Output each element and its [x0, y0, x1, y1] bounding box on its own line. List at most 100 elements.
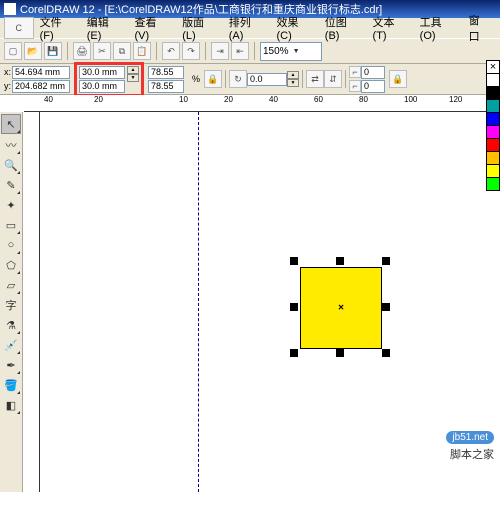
corner-y-input[interactable]: 0 [361, 80, 385, 93]
ruler-tick: 100 [404, 95, 417, 104]
text-tool[interactable]: 字 [2, 296, 20, 314]
lock-icon[interactable]: 🔒 [204, 70, 222, 88]
menu-bar[interactable]: C 文件(F) 编辑(E) 查看(V) 版面(L) 排列(A) 效果(C) 位图… [0, 18, 500, 38]
color-swatch[interactable] [486, 164, 500, 178]
shape-tool[interactable]: 〰 [2, 136, 20, 154]
export-icon[interactable]: ⇤ [231, 42, 249, 60]
undo-icon[interactable]: ↶ [162, 42, 180, 60]
color-palette[interactable]: × [486, 60, 500, 190]
import-icon[interactable]: ⇥ [211, 42, 229, 60]
handle-top-right[interactable] [382, 257, 390, 265]
ruler-tick: 10 [179, 95, 188, 104]
ellipse-tool[interactable]: ○ [2, 236, 20, 254]
menu-text[interactable]: 文本(T) [367, 12, 414, 44]
dropdown-icon: ▼ [289, 48, 300, 55]
basic-shapes-tool[interactable]: ▱ [2, 276, 20, 294]
copy-icon[interactable]: ⧉ [113, 42, 131, 60]
cut-icon[interactable]: ✂ [93, 42, 111, 60]
property-bar: x:54.694 mm y:204.682 mm 30.0 mm 30.0 mm… [0, 64, 500, 95]
eyedropper-tool[interactable]: 💉 [2, 336, 20, 354]
rotate-spinner[interactable]: ▲▼ [287, 71, 299, 87]
canvas[interactable]: × jb51.net 脚本之家 [40, 112, 500, 492]
center-marker: × [338, 303, 344, 314]
app-icon-small: C [4, 17, 34, 39]
color-swatch[interactable] [486, 125, 500, 139]
handle-mid-right[interactable] [382, 303, 390, 311]
lock-corner-icon[interactable]: 🔒 [389, 70, 407, 88]
handle-bot-right[interactable] [382, 349, 390, 357]
freehand-tool[interactable]: ✎ [2, 176, 20, 194]
print-icon[interactable]: 🖨 [73, 42, 91, 60]
zoom-combo[interactable]: 150% ▼ [260, 42, 322, 61]
handle-bot-mid[interactable] [336, 349, 344, 357]
ruler-tick: 40 [269, 95, 278, 104]
ruler-tick: 120 [449, 95, 462, 104]
x-label: x: [4, 67, 12, 77]
corner-fields: ⌐0 ⌐0 [349, 66, 385, 93]
toolbox: ↖ 〰 🔍 ✎ ✦ ▭ ○ ⬠ ▱ 字 ⚗ 💉 ✒ 🪣 ◧ [0, 112, 23, 492]
polygon-tool[interactable]: ⬠ [2, 256, 20, 274]
scale-x-input[interactable]: 78.55 [148, 66, 184, 79]
fill-tool[interactable]: 🪣 [2, 376, 20, 394]
rotate-input[interactable]: 0.0 [247, 73, 287, 86]
menu-bitmaps[interactable]: 位图(B) [319, 12, 367, 44]
size-fields-highlight: 30.0 mm 30.0 mm ▲▼ [74, 62, 144, 97]
color-swatch[interactable] [486, 177, 500, 191]
mirror-v-icon[interactable]: ⇵ [324, 70, 342, 88]
redo-icon[interactable]: ↷ [182, 42, 200, 60]
menu-arrange[interactable]: 排列(A) [223, 12, 271, 44]
pick-tool[interactable]: ↖ [1, 114, 21, 134]
size-spinner[interactable]: ▲▼ [127, 66, 139, 93]
corner-icon: ⌐ [349, 80, 361, 92]
handle-top-mid[interactable] [336, 257, 344, 265]
app-icon [4, 3, 16, 15]
menu-layout[interactable]: 版面(L) [176, 12, 223, 44]
scale-y-input[interactable]: 78.55 [148, 80, 184, 93]
color-swatch[interactable] [486, 151, 500, 165]
position-fields: x:54.694 mm y:204.682 mm [4, 66, 70, 93]
zoom-tool[interactable]: 🔍 [2, 156, 20, 174]
separator [156, 42, 157, 60]
rectangle-tool[interactable]: ▭ [2, 216, 20, 234]
menu-tools[interactable]: 工具(O) [414, 12, 463, 44]
scale-fields: 78.55 78.55 [148, 66, 184, 93]
color-swatch[interactable] [486, 73, 500, 87]
guideline-vertical[interactable] [198, 112, 199, 492]
paste-icon[interactable]: 📋 [133, 42, 151, 60]
ruler-vertical[interactable] [23, 112, 40, 492]
color-swatch[interactable] [486, 99, 500, 113]
mirror-h-icon[interactable]: ⇄ [306, 70, 324, 88]
separator [345, 70, 346, 88]
handle-mid-left[interactable] [290, 303, 298, 311]
separator [254, 42, 255, 60]
menu-effects[interactable]: 效果(C) [270, 12, 318, 44]
color-swatch[interactable] [486, 86, 500, 100]
x-input[interactable]: 54.694 mm [12, 66, 70, 79]
height-input[interactable]: 30.0 mm [79, 80, 125, 93]
rectangle-shape[interactable]: × [300, 267, 382, 349]
no-color-swatch[interactable]: × [486, 60, 500, 74]
blend-tool[interactable]: ⚗ [2, 316, 20, 334]
menu-view[interactable]: 查看(V) [128, 12, 176, 44]
ruler-horizontal[interactable]: 40 20 10 20 40 60 80 100 120 [24, 95, 500, 112]
menu-file[interactable]: 文件(F) [34, 12, 81, 44]
corner-x-input[interactable]: 0 [361, 66, 385, 79]
workspace: ↖ 〰 🔍 ✎ ✦ ▭ ○ ⬠ ▱ 字 ⚗ 💉 ✒ 🪣 ◧ × [0, 112, 500, 492]
menu-edit[interactable]: 编辑(E) [81, 12, 129, 44]
smart-draw-tool[interactable]: ✦ [2, 196, 20, 214]
interactive-fill-tool[interactable]: ◧ [2, 396, 20, 414]
width-input[interactable]: 30.0 mm [79, 66, 125, 79]
handle-bot-left[interactable] [290, 349, 298, 357]
outline-tool[interactable]: ✒ [2, 356, 20, 374]
new-icon[interactable]: ▢ [4, 42, 22, 60]
y-input[interactable]: 204.682 mm [12, 80, 70, 93]
color-swatch[interactable] [486, 138, 500, 152]
rotate-icon: ↻ [229, 70, 247, 88]
handle-top-left[interactable] [290, 257, 298, 265]
color-swatch[interactable] [486, 112, 500, 126]
save-icon[interactable]: 💾 [44, 42, 62, 60]
selected-rectangle[interactable]: × [300, 267, 380, 347]
menu-window[interactable]: 窗口 [463, 10, 496, 46]
open-icon[interactable]: 📂 [24, 42, 42, 60]
watermark-text: 脚本之家 [450, 449, 494, 461]
